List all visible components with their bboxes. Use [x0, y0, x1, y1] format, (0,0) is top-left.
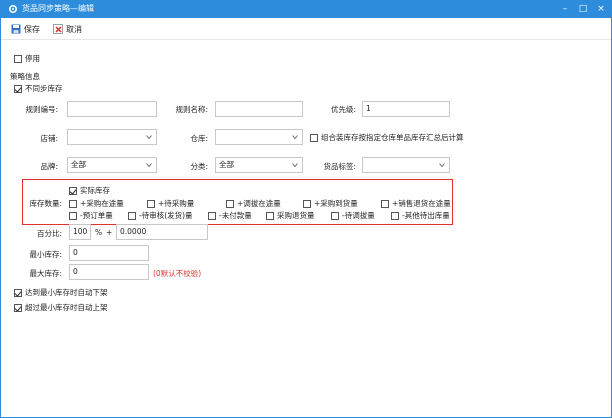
stock-option-label: +待采购量	[158, 199, 195, 208]
save-button[interactable]: 保存	[11, 22, 40, 36]
percent-unit: %	[95, 228, 103, 237]
gear-icon	[8, 4, 18, 14]
stock-option-checkbox[interactable]: -待调拔量	[331, 210, 375, 221]
stock-option-checkbox[interactable]: +待采购量	[147, 198, 194, 209]
brand-value: 全部	[71, 160, 86, 169]
category-select[interactable]: 全部	[215, 157, 303, 173]
percent-label: 百分比:	[36, 229, 62, 238]
close-button[interactable]: ×	[594, 2, 608, 16]
auto-up-checkbox[interactable]: 超过最小库存时自动上架	[14, 302, 108, 313]
checkbox-box	[391, 211, 399, 220]
rule-no-input[interactable]	[67, 101, 157, 117]
priority-label: 优先级:	[330, 105, 356, 114]
no-sync-stock-checkbox[interactable]: 不同步库存	[14, 83, 63, 94]
checkbox-box	[303, 199, 311, 208]
title-bar: 货品同步策略—编辑 – □ ×	[0, 0, 612, 18]
actual-stock-label: 实际库存	[80, 186, 110, 195]
actual-stock-checkbox[interactable]: 实际库存	[69, 185, 110, 196]
cancel-button[interactable]: 取消	[53, 22, 82, 36]
stock-option-label: -其他待出库量	[402, 211, 450, 220]
chevron-down-icon	[439, 163, 445, 168]
category-value: 全部	[219, 160, 234, 169]
checkbox-box	[14, 54, 22, 63]
max-stock-label: 最大库存:	[29, 269, 62, 278]
save-label: 保存	[24, 24, 40, 34]
chevron-down-icon	[292, 135, 298, 140]
plus-sign: +	[106, 228, 113, 237]
cancel-icon	[53, 24, 63, 34]
checkbox-box	[226, 199, 234, 208]
stock-option-checkbox[interactable]: +采购在途量	[69, 198, 124, 209]
goods-tag-label: 货品标签:	[323, 162, 356, 171]
brand-select[interactable]: 全部	[67, 157, 157, 173]
rule-name-input[interactable]	[215, 101, 303, 117]
min-stock-label: 最小库存:	[29, 250, 62, 259]
category-label: 分类:	[190, 162, 208, 171]
checkbox-box	[208, 211, 216, 220]
chevron-down-icon	[292, 163, 298, 168]
checkbox-box	[310, 133, 318, 142]
stock-option-label: -未付款量	[219, 211, 252, 220]
chevron-down-icon	[146, 135, 152, 140]
combo-stock-checkbox[interactable]: 组合装库存按指定仓库单品库存汇总后计算	[310, 132, 464, 143]
stock-option-label: +采购到货量	[314, 199, 358, 208]
no-sync-stock-label: 不同步库存	[25, 84, 63, 93]
section-title: 策略信息	[10, 72, 40, 81]
max-stock-hint: (0默认不校验)	[153, 269, 202, 278]
stock-option-label: -待审核(发货)量	[139, 211, 193, 220]
toolbar: 保存 取消	[0, 18, 612, 40]
disable-label: 停用	[25, 54, 40, 63]
disable-checkbox[interactable]: 停用	[14, 53, 40, 64]
auto-up-label: 超过最小库存时自动上架	[25, 303, 108, 312]
checkbox-box	[266, 211, 274, 220]
stock-option-label: -待调拔量	[342, 211, 375, 220]
stock-option-checkbox[interactable]: +采购到货量	[303, 198, 358, 209]
checkbox-box	[331, 211, 339, 220]
max-stock-input[interactable]: 0	[69, 264, 149, 280]
checkbox-box	[69, 211, 77, 220]
stock-option-checkbox[interactable]: -预订单量	[69, 210, 113, 221]
window-title: 货品同步策略—编辑	[22, 4, 94, 13]
checkbox-box	[14, 288, 22, 297]
stock-option-checkbox[interactable]: 采购退货量	[266, 210, 315, 221]
rule-name-label: 规则名称:	[175, 105, 208, 114]
brand-label: 品牌:	[40, 162, 58, 171]
chevron-down-icon	[146, 163, 152, 168]
stock-option-label: +销售退货在途量	[392, 199, 451, 208]
percent-add-input[interactable]: 0.0000	[116, 224, 208, 240]
stock-option-label: +采购在途量	[80, 199, 124, 208]
stock-option-label: 采购退货量	[277, 211, 315, 220]
checkbox-box	[69, 186, 77, 195]
auto-down-checkbox[interactable]: 达到最小库存时自动下架	[14, 287, 108, 298]
stock-quantity-label: 库存数量:	[29, 199, 62, 208]
goods-tag-select[interactable]	[362, 157, 450, 173]
stock-option-checkbox[interactable]: +销售退货在途量	[381, 198, 451, 209]
stock-option-checkbox[interactable]: -待审核(发货)量	[128, 210, 193, 221]
min-stock-input[interactable]: 0	[69, 245, 149, 261]
warehouse-select[interactable]	[215, 129, 303, 145]
percent-input[interactable]: 100	[69, 224, 91, 240]
stock-option-checkbox[interactable]: -未付款量	[208, 210, 252, 221]
stock-option-checkbox[interactable]: -其他待出库量	[391, 210, 450, 221]
checkbox-box	[14, 84, 22, 93]
minimize-button[interactable]: –	[558, 2, 572, 16]
checkbox-box	[147, 199, 155, 208]
save-icon	[11, 24, 21, 34]
shop-label: 店铺:	[40, 134, 58, 143]
cancel-label: 取消	[66, 24, 82, 34]
maximize-button[interactable]: □	[576, 2, 590, 16]
checkbox-box	[381, 199, 389, 208]
checkbox-box	[69, 199, 77, 208]
checkbox-box	[128, 211, 136, 220]
rule-no-label: 规则编号:	[25, 105, 58, 114]
combo-stock-label: 组合装库存按指定仓库单品库存汇总后计算	[321, 133, 464, 142]
checkbox-box	[14, 303, 22, 312]
stock-option-label: -预订单量	[80, 211, 113, 220]
stock-option-checkbox[interactable]: +调拔在途量	[226, 198, 281, 209]
stock-option-label: +调拔在途量	[237, 199, 281, 208]
warehouse-label: 仓库:	[190, 134, 208, 143]
shop-select[interactable]	[67, 129, 157, 145]
auto-down-label: 达到最小库存时自动下架	[25, 288, 108, 297]
priority-input[interactable]: 1	[362, 101, 450, 117]
